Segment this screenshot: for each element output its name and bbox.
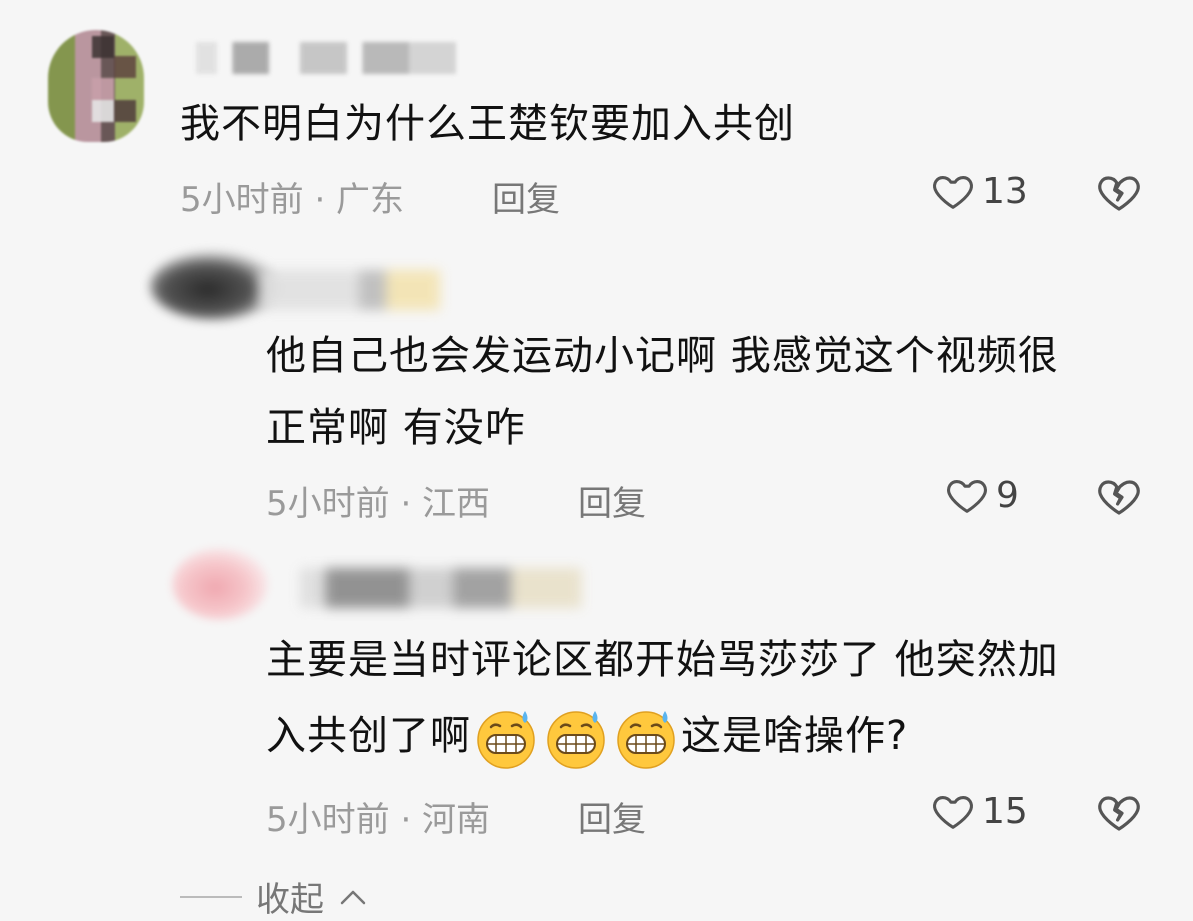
- avatar[interactable]: [150, 252, 278, 320]
- comment-text-line: 正常啊 有没咋: [266, 405, 526, 451]
- broken-heart-icon[interactable]: [1095, 472, 1143, 520]
- grinning-sweat-emoji: [613, 705, 679, 771]
- like-button[interactable]: 9: [944, 472, 1019, 518]
- like-button[interactable]: 15: [930, 788, 1028, 834]
- like-count: 13: [982, 170, 1028, 212]
- comment-text-line: 主要是当时评论区都开始骂莎莎了 他突然加: [266, 637, 1059, 683]
- comment-text: 我不明白为什么王楚钦要加入共创: [180, 101, 795, 147]
- broken-heart-icon[interactable]: [1095, 168, 1143, 216]
- like-button[interactable]: 13: [930, 168, 1028, 214]
- reply-button[interactable]: 回复: [578, 476, 646, 525]
- heart-outline-icon: [944, 472, 990, 518]
- collapse-button[interactable]: 收起: [180, 872, 368, 921]
- comment-meta: 5小时前 · 广东: [180, 180, 405, 220]
- divider: [180, 895, 242, 898]
- avatar[interactable]: [48, 30, 144, 142]
- grinning-sweat-emoji: [543, 705, 609, 771]
- comment-meta: 5小时前 · 河南: [266, 800, 491, 840]
- comment-text-line: 入共创了啊 这是啥操作?: [266, 700, 908, 772]
- heart-outline-icon: [930, 788, 976, 834]
- collapse-label: 收起: [256, 880, 324, 920]
- comment-text-fragment: 入共创了啊: [266, 713, 471, 759]
- username[interactable]: [196, 42, 456, 74]
- heart-outline-icon: [930, 168, 976, 214]
- reply-button[interactable]: 回复: [492, 172, 560, 221]
- like-count: 9: [996, 474, 1019, 516]
- comment-meta: 5小时前 · 江西: [266, 484, 491, 524]
- like-count: 15: [982, 790, 1028, 832]
- broken-heart-icon[interactable]: [1095, 788, 1143, 836]
- grinning-sweat-emoji: [473, 705, 539, 771]
- username[interactable]: [300, 568, 620, 608]
- reply-button[interactable]: 回复: [578, 792, 646, 841]
- avatar[interactable]: [172, 548, 268, 620]
- comment-text-line: 他自己也会发运动小记啊 我感觉这个视频很: [266, 333, 1059, 379]
- comment-text-fragment: 这是啥操作?: [681, 713, 909, 759]
- username[interactable]: [260, 270, 440, 310]
